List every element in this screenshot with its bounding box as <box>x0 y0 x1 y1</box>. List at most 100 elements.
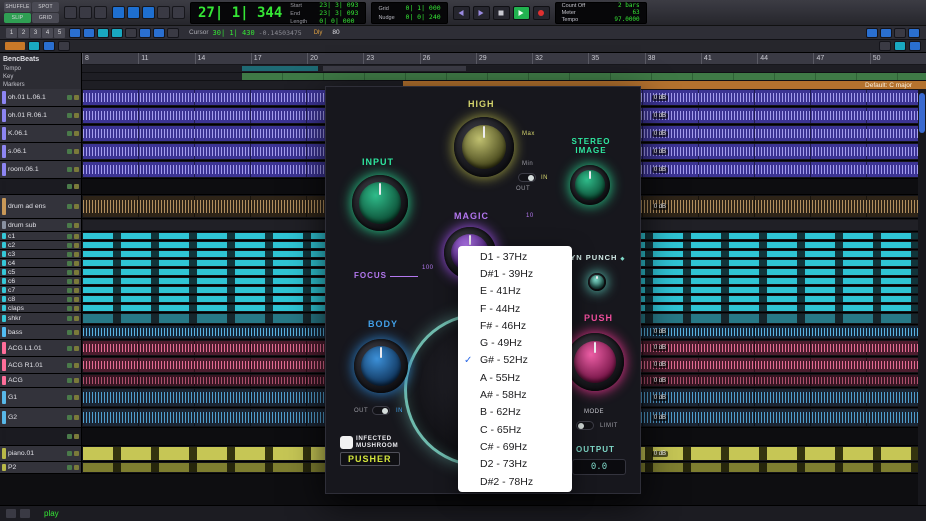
track-header[interactable]: oh.01 R.06.1 <box>0 107 82 124</box>
track-name[interactable]: c3 <box>8 251 65 258</box>
tab-to-transient-button[interactable] <box>125 27 137 38</box>
frequency-option[interactable]: G - 49Hz <box>458 334 572 351</box>
solo-button[interactable] <box>67 395 72 400</box>
track-name[interactable]: c2 <box>8 242 65 249</box>
track-header[interactable]: P2 <box>0 462 82 473</box>
snap-toggle-icon[interactable] <box>20 509 30 518</box>
solo-button[interactable] <box>67 378 72 383</box>
edit-mode-button[interactable]: SHUFFLE <box>4 2 31 12</box>
zoom-in-button[interactable] <box>79 6 92 19</box>
mute-button[interactable] <box>74 465 79 470</box>
track-name[interactable]: shkr <box>8 315 65 322</box>
track-header[interactable]: c4 <box>0 259 82 267</box>
mute-button[interactable] <box>74 305 79 311</box>
solo-button[interactable] <box>67 451 72 456</box>
solo-button[interactable] <box>67 242 72 248</box>
mute-button[interactable] <box>74 345 79 351</box>
frequency-option[interactable]: D2 - 73Hz <box>458 456 572 473</box>
ruler-label[interactable]: Key <box>3 73 78 81</box>
mute-button[interactable] <box>74 287 79 293</box>
mute-button[interactable] <box>74 362 79 368</box>
mute-button[interactable] <box>74 242 79 248</box>
track-name[interactable]: bass <box>8 329 65 336</box>
mute-button[interactable] <box>74 316 79 321</box>
solo-button[interactable] <box>67 296 72 302</box>
track-name[interactable]: c8 <box>8 296 65 303</box>
track-name[interactable]: c4 <box>8 260 65 267</box>
session-setting-value[interactable]: 63 <box>632 9 639 16</box>
vertical-scrollbar[interactable] <box>918 89 926 505</box>
fast-forward-button[interactable] <box>472 5 490 20</box>
track-name[interactable]: piano.01 <box>8 450 65 457</box>
track-header[interactable]: c7 <box>0 286 82 294</box>
loop-playback-button[interactable] <box>866 27 878 38</box>
edit-mode-button[interactable]: GRID <box>32 13 59 23</box>
mute-button[interactable] <box>74 329 79 335</box>
track-name[interactable]: ACG L1.01 <box>8 345 65 352</box>
track-header[interactable]: drum ad ens <box>0 195 82 218</box>
solo-button[interactable] <box>67 269 72 275</box>
link-selection-button[interactable] <box>153 27 165 38</box>
track-name[interactable]: oh.01 R.06.1 <box>8 112 65 119</box>
solo-button[interactable] <box>67 260 72 266</box>
track-name[interactable]: c1 <box>8 233 65 240</box>
solo-button[interactable] <box>67 362 72 368</box>
solo-button[interactable] <box>67 131 72 136</box>
zoom-preset-button[interactable]: 1 <box>6 27 17 38</box>
track-name[interactable]: ACG <box>8 377 65 384</box>
mute-button[interactable] <box>74 95 79 100</box>
audio-zoom-button[interactable] <box>97 27 109 38</box>
mute-button[interactable] <box>74 167 79 172</box>
solo-button[interactable] <box>67 95 72 100</box>
edit-mode-button[interactable]: SLIP <box>4 13 31 23</box>
selector-tool-button[interactable] <box>127 6 140 19</box>
trim-tool-button[interactable] <box>112 6 125 19</box>
track-list-toggle-button[interactable] <box>28 41 40 51</box>
vertical-scrollbar-thumb[interactable] <box>919 93 925 133</box>
mute-button[interactable] <box>74 233 79 239</box>
tempo-ruler[interactable] <box>82 65 926 73</box>
solo-button[interactable] <box>67 345 72 351</box>
track-header[interactable]: drum sub <box>0 219 82 231</box>
zoom-vertical-button[interactable] <box>83 27 95 38</box>
dyn-punch-knob[interactable] <box>588 273 606 291</box>
zoomer-tool-button[interactable] <box>94 6 107 19</box>
track-header[interactable]: K.06.1 <box>0 125 82 142</box>
solo-button[interactable] <box>67 167 72 172</box>
track-header[interactable]: c5 <box>0 268 82 276</box>
insertion-follows-playback-button[interactable] <box>167 27 179 38</box>
mute-button[interactable] <box>74 251 79 257</box>
frequency-option[interactable]: E - 41Hz <box>458 283 572 300</box>
frequency-option[interactable]: B - 62Hz <box>458 404 572 421</box>
track-header[interactable]: ACG L1.01 <box>0 340 82 356</box>
frequency-option[interactable]: D#2 - 78Hz <box>458 473 572 490</box>
track-header[interactable]: G2 <box>0 408 82 427</box>
track-header[interactable]: c6 <box>0 277 82 285</box>
mute-button[interactable] <box>74 260 79 266</box>
mute-button[interactable] <box>74 269 79 275</box>
solo-button[interactable] <box>67 184 72 189</box>
mute-button[interactable] <box>74 434 79 439</box>
high-in-out-toggle[interactable] <box>518 173 536 182</box>
mirror-midi-button[interactable] <box>139 27 151 38</box>
track-header[interactable]: room.06.1 <box>0 161 82 178</box>
online-button[interactable] <box>908 27 920 38</box>
solo-button[interactable] <box>67 415 72 420</box>
zoom-preset-button[interactable]: 5 <box>54 27 65 38</box>
solo-button[interactable] <box>67 251 72 257</box>
solo-button[interactable] <box>67 222 72 228</box>
body-in-out-toggle[interactable] <box>372 406 390 415</box>
edit-mode-button[interactable]: SPOT <box>32 2 59 12</box>
frequency-option[interactable]: D1 - 37Hz <box>458 248 572 265</box>
grid-nudge-value[interactable]: 0| 1| 000 <box>405 4 440 12</box>
track-name[interactable]: K.06.1 <box>8 130 65 137</box>
mute-button[interactable] <box>74 222 79 228</box>
mute-button[interactable] <box>74 296 79 302</box>
zoom-horizontal-button[interactable] <box>69 27 81 38</box>
track-header[interactable]: ACG <box>0 374 82 387</box>
track-header[interactable]: shkr <box>0 313 82 324</box>
solo-button[interactable] <box>67 233 72 239</box>
solo-button[interactable] <box>67 316 72 321</box>
solo-button[interactable] <box>67 465 72 470</box>
stop-button[interactable] <box>492 5 510 20</box>
